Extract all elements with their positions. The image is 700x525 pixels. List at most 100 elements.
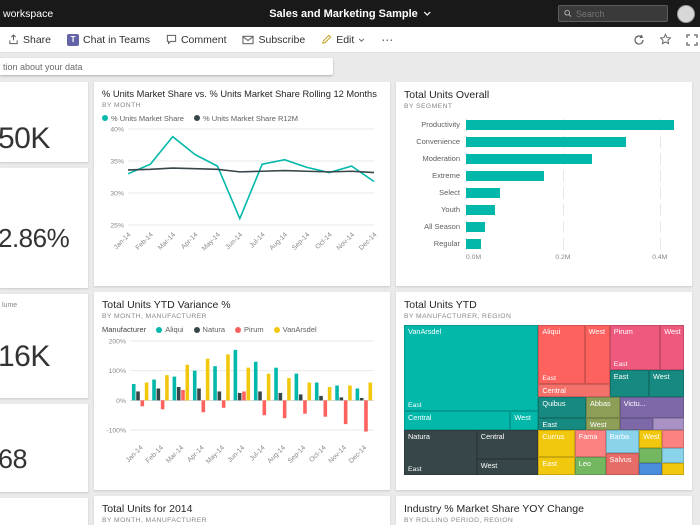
line-series[interactable] <box>128 136 374 218</box>
bar[interactable] <box>340 397 344 400</box>
bar[interactable] <box>303 400 307 413</box>
bar[interactable] <box>202 400 206 412</box>
treemap-cell[interactable]: West <box>510 411 538 431</box>
treemap-cell[interactable]: Central <box>477 430 539 459</box>
kpi-tile-3[interactable]: lume 16K <box>0 294 88 398</box>
hbar-row[interactable]: Extreme <box>404 167 684 184</box>
bar[interactable] <box>328 387 332 400</box>
bar[interactable] <box>335 386 339 401</box>
hbar-row[interactable]: Convenience <box>404 133 684 150</box>
bar[interactable] <box>287 378 291 400</box>
search-input[interactable] <box>576 9 662 19</box>
treemap-cell[interactable]: Salvus <box>606 453 640 476</box>
legend-item[interactable]: Aliqui <box>156 325 183 334</box>
avatar[interactable] <box>677 5 695 23</box>
bar[interactable] <box>152 380 156 401</box>
total-units-overall-tile[interactable]: Total Units Overall BY SEGMENT Productiv… <box>396 82 692 286</box>
bar[interactable] <box>254 362 258 401</box>
treemap-cell[interactable]: Barba <box>606 430 640 453</box>
kpi-tile-4[interactable]: 68 <box>0 404 88 492</box>
bar[interactable] <box>368 383 372 401</box>
qa-question-input[interactable]: tion about your data <box>0 58 333 75</box>
bar[interactable] <box>360 398 364 400</box>
chat-in-teams-button[interactable]: T Chat in Teams <box>59 27 158 52</box>
treemap-cell[interactable]: West <box>585 325 610 384</box>
hbar-row[interactable]: Productivity <box>404 116 684 133</box>
bar[interactable] <box>295 374 299 401</box>
bar[interactable] <box>466 154 592 164</box>
hbar-row[interactable]: Moderation <box>404 150 684 167</box>
treemap-cell[interactable]: East <box>538 457 574 475</box>
bar[interactable] <box>165 375 169 400</box>
kpi-tile-5[interactable] <box>0 498 88 525</box>
legend-item[interactable]: % Units Market Share <box>102 114 184 123</box>
horizontal-bar-chart[interactable]: ProductivityConvenienceModerationExtreme… <box>404 116 684 264</box>
treemap-cell[interactable]: West <box>639 430 661 448</box>
search-box[interactable] <box>558 5 668 22</box>
treemap-cell[interactable]: Abbas <box>586 397 620 418</box>
treemap-cell[interactable]: West <box>660 325 684 370</box>
treemap-cell[interactable]: Currus <box>538 430 574 457</box>
favorite-button[interactable] <box>652 33 679 46</box>
bar[interactable] <box>226 354 230 400</box>
treemap-cell[interactable]: Victu... <box>620 397 684 418</box>
hbar-row[interactable]: Regular <box>404 235 684 252</box>
bar[interactable] <box>299 394 303 400</box>
more-options-button[interactable]: ⋯ <box>373 27 402 52</box>
bar[interactable] <box>173 377 177 401</box>
bar[interactable] <box>136 392 140 401</box>
treemap-cell[interactable]: Leo <box>575 457 606 475</box>
treemap-cell[interactable]: East <box>538 418 586 430</box>
treemap-cell[interactable]: West <box>477 459 539 476</box>
bar[interactable] <box>466 239 481 249</box>
treemap-cell[interactable]: West <box>649 370 684 397</box>
total-units-ytd-tile[interactable]: Total Units YTD BY MANUFACTURER, REGION … <box>396 292 692 490</box>
treemap-cell[interactable]: East <box>610 370 649 397</box>
bar[interactable] <box>234 350 238 400</box>
bar[interactable] <box>466 120 674 130</box>
market-share-line-tile[interactable]: % Units Market Share vs. % Units Market … <box>94 82 390 286</box>
bar[interactable] <box>222 400 226 407</box>
bar[interactable] <box>258 392 262 401</box>
bar[interactable] <box>206 359 210 401</box>
bar[interactable] <box>185 365 189 401</box>
comment-button[interactable]: Comment <box>158 27 235 52</box>
treemap-cell[interactable] <box>620 418 654 430</box>
share-button[interactable]: Share <box>0 27 59 52</box>
total-units-2014-tile[interactable]: Total Units for 2014 BY MONTH, MANUFACTU… <box>94 496 390 525</box>
bar[interactable] <box>307 383 311 401</box>
bar[interactable] <box>246 368 250 401</box>
bar[interactable] <box>466 171 544 181</box>
bar[interactable] <box>197 389 201 401</box>
legend-item[interactable]: Pirum <box>235 325 264 334</box>
bar[interactable] <box>324 400 328 416</box>
bar[interactable] <box>141 400 145 406</box>
treemap-cell[interactable] <box>653 418 684 430</box>
legend-item[interactable]: % Units Market Share R12M <box>194 114 298 123</box>
bar[interactable] <box>177 387 181 400</box>
bar[interactable] <box>181 390 185 400</box>
bar[interactable] <box>193 371 197 401</box>
bar[interactable] <box>348 386 352 401</box>
treemap-cell[interactable] <box>662 448 684 463</box>
treemap-cell[interactable] <box>662 463 684 475</box>
kpi-tile-2[interactable]: 2.86% <box>0 168 88 288</box>
treemap-cell[interactable] <box>639 448 661 463</box>
treemap-cell[interactable]: VanArsdelEast <box>404 325 538 411</box>
bar[interactable] <box>267 374 271 401</box>
workspace-name[interactable]: workspace <box>3 8 53 20</box>
bar[interactable] <box>466 188 500 198</box>
kpi-tile-1[interactable]: 50K <box>0 82 88 162</box>
bar[interactable] <box>466 222 485 232</box>
grouped-bar-chart[interactable]: 200%100%0%-100%Jan-14Feb-14Mar-14Apr-14M… <box>102 334 382 485</box>
bar[interactable] <box>213 366 217 400</box>
bar[interactable] <box>274 368 278 401</box>
treemap-cell[interactable]: West <box>586 418 620 430</box>
bar[interactable] <box>466 205 495 215</box>
legend-item[interactable]: VanArsdel <box>274 325 317 334</box>
treemap-cell[interactable]: AliquiEast <box>538 325 584 384</box>
treemap-cell[interactable] <box>662 430 684 448</box>
bar[interactable] <box>218 392 222 401</box>
bar[interactable] <box>238 393 242 400</box>
treemap-cell[interactable]: Quibus <box>538 397 586 418</box>
